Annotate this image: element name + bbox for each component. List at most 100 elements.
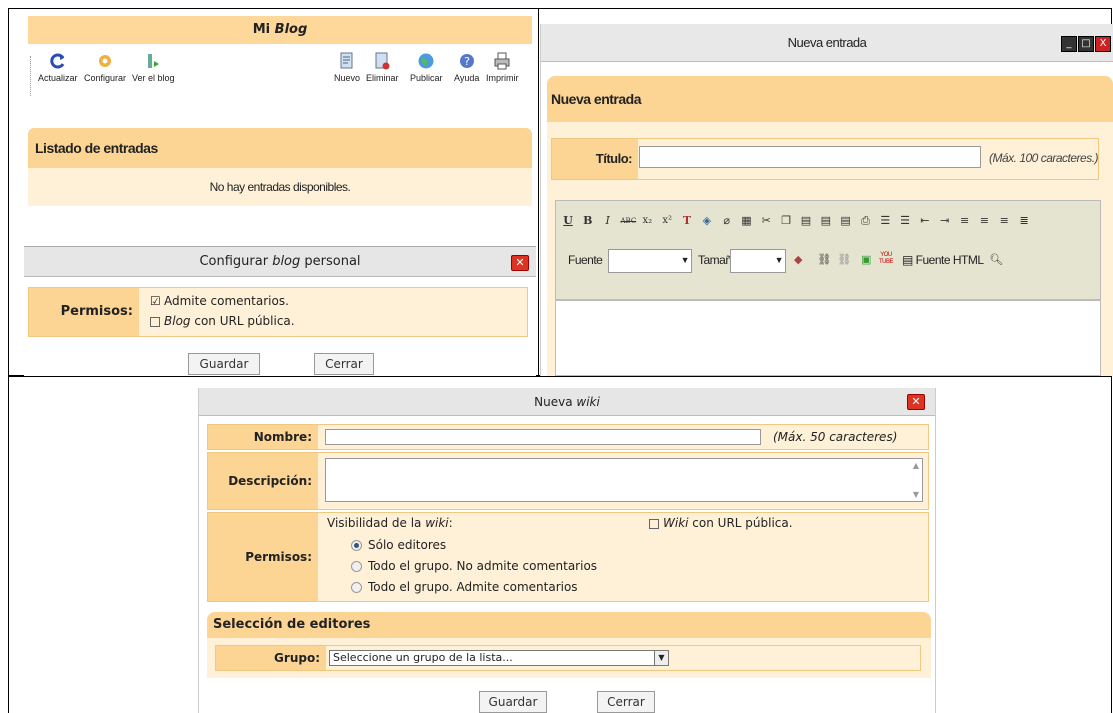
grupo-label: Grupo: [216, 646, 326, 670]
insert-link-icon[interactable]: ⛓ [817, 253, 831, 267]
paste-word-icon[interactable]: ▤ [839, 214, 853, 228]
text-color-icon[interactable]: T [680, 214, 694, 228]
checkbox-icon [649, 518, 659, 529]
bold-icon[interactable]: B [581, 214, 595, 228]
imprimir-button[interactable]: Imprimir [486, 52, 519, 83]
visibilidad-label: Visibilidad de la wiki: [327, 516, 453, 530]
delete-document-icon [375, 52, 390, 70]
descripcion-label: Descripción: [208, 453, 318, 509]
radio-icon [351, 561, 362, 572]
admite-comentarios-checkbox[interactable]: ☑ Admite comentarios. [150, 294, 289, 308]
help-icon: ? [459, 54, 474, 68]
close-icon[interactable]: ✕ [511, 255, 529, 271]
listado-heading: Listado de entradas [28, 128, 532, 168]
copy-icon[interactable]: ❐ [779, 214, 793, 228]
radio-solo-editores[interactable]: Sólo editores [351, 538, 446, 552]
align-left-icon[interactable]: ≡ [958, 214, 972, 228]
insert-object-icon[interactable]: ◆ [791, 253, 805, 267]
blog-toolbar: Actualizar Configurar Ver el blog Nuevo … [28, 48, 532, 104]
fuente-html-button[interactable]: ▤ Fuente HTML [902, 253, 984, 267]
bullet-list-icon[interactable]: ☰ [898, 214, 912, 228]
chevron-down-icon: ▼ [654, 651, 668, 665]
wiki-dialog: Nueva wiki ✕ Nombre: (Máx. 50 caracteres… [198, 388, 936, 713]
blog-title: Mi Blog [28, 16, 532, 44]
eliminar-button[interactable]: Eliminar [366, 52, 399, 83]
wiki-permisos-label: Permisos: [208, 513, 318, 601]
nombre-label: Nombre: [208, 425, 318, 449]
paste-text-icon[interactable]: ▤ [819, 214, 833, 228]
checkbox-icon [150, 316, 160, 327]
printer-icon [494, 52, 510, 70]
editores-heading: Selección de editores [207, 612, 931, 638]
entrada-heading: Nueva entrada [547, 76, 1113, 122]
gear-icon [99, 55, 112, 67]
numbered-list-icon[interactable]: ☰ [878, 214, 892, 228]
config-dialog-title: Configurar blog personal [24, 247, 536, 277]
grupo-select[interactable]: Seleccione un grupo de la lista... ▼ [329, 650, 669, 666]
youtube-icon[interactable]: YOU TUBE [879, 252, 894, 266]
subscript-icon[interactable]: x₂ [640, 214, 654, 228]
paste-icon[interactable]: ▤ [799, 214, 813, 228]
wiki-guardar-button[interactable]: Guardar [479, 691, 547, 713]
italic-icon[interactable]: I [601, 214, 615, 228]
wiki-dialog-title: Nueva wiki [199, 388, 935, 416]
guardar-button[interactable]: Guardar [188, 353, 260, 375]
empty-message: No hay entradas disponibles. [28, 168, 532, 206]
close-icon[interactable]: ✕ [907, 394, 925, 410]
print-icon[interactable]: ⎙ [858, 214, 872, 228]
editor-area[interactable] [555, 300, 1101, 376]
nombre-input[interactable] [325, 429, 761, 445]
titulo-input[interactable] [639, 146, 981, 168]
tamano-select[interactable]: ▼ [730, 249, 786, 273]
ayuda-button[interactable]: ? Ayuda [454, 52, 479, 83]
select-all-icon[interactable]: ▦ [739, 214, 753, 228]
permisos-label: Permisos: [29, 288, 139, 336]
maximize-icon[interactable]: □ [1078, 36, 1094, 52]
ver-blog-button[interactable]: Ver el blog [132, 52, 175, 83]
url-publica-checkbox[interactable]: Blog con URL pública. [150, 314, 295, 328]
outdent-icon[interactable]: ⇤ [918, 214, 932, 228]
align-right-icon[interactable]: ≡ [997, 214, 1011, 228]
entrada-window: Nueva entrada _ □ X Nueva entrada Título… [540, 24, 1113, 376]
scroll-down-icon[interactable]: ▼ [913, 490, 919, 499]
nombre-hint: (Máx. 50 caracteres) [773, 430, 898, 444]
align-center-icon[interactable]: ≡ [977, 214, 991, 228]
minimize-icon[interactable]: _ [1061, 36, 1077, 52]
scroll-up-icon[interactable]: ▲ [913, 461, 919, 470]
superscript-icon[interactable]: x² [660, 214, 674, 228]
chevron-down-icon: ▼ [774, 255, 784, 265]
refresh-icon [50, 53, 65, 69]
highlight-color-icon[interactable]: ◈ [700, 214, 714, 228]
configurar-button[interactable]: Configurar [84, 52, 126, 83]
indent-icon[interactable]: ⇥ [938, 214, 952, 228]
underline-icon[interactable]: U [561, 214, 575, 228]
publicar-button[interactable]: Publicar [410, 52, 443, 83]
font-toolbar-row: Fuente ▼ Tamaño ▼ ◆ ⛓ ⛓ ▣ YOU TUBE ▤ Fuen… [560, 247, 1096, 275]
window-controls: _ □ X [1061, 36, 1111, 52]
checked-icon: ☑ [150, 293, 161, 308]
strikethrough-icon[interactable]: ABC [620, 214, 636, 228]
cerrar-button[interactable]: Cerrar [314, 353, 374, 375]
eraser-icon[interactable]: ⌀ [720, 214, 734, 228]
justify-icon[interactable]: ≣ [1017, 214, 1031, 228]
toolbar-divider [30, 56, 32, 96]
close-icon[interactable]: X [1095, 36, 1111, 52]
fuente-select[interactable]: ▼ [608, 249, 692, 273]
fuente-label: Fuente [568, 253, 603, 267]
radio-icon [351, 582, 362, 593]
radio-todo-no-comentarios[interactable]: Todo el grupo. No admite comentarios [351, 559, 597, 573]
chevron-down-icon: ▼ [680, 255, 690, 265]
wiki-cerrar-button[interactable]: Cerrar [597, 691, 655, 713]
entrada-window-title: Nueva entrada [541, 24, 1113, 62]
actualizar-button[interactable]: Actualizar [38, 52, 78, 83]
insert-image-icon[interactable]: ▣ [859, 253, 873, 267]
wiki-url-publica-checkbox[interactable]: Wiki con URL pública. [649, 516, 793, 530]
preview-icon[interactable]: 🔍︎ [989, 253, 1003, 267]
cut-icon[interactable]: ✂ [759, 214, 773, 228]
nuevo-button[interactable]: Nuevo [334, 52, 360, 83]
remove-link-icon[interactable]: ⛓ [837, 253, 851, 267]
view-blog-icon [148, 54, 160, 68]
descripcion-textarea[interactable]: ▲ ▼ [325, 458, 923, 502]
new-document-icon [340, 52, 353, 69]
radio-todo-comentarios[interactable]: Todo el grupo. Admite comentarios [351, 580, 578, 594]
